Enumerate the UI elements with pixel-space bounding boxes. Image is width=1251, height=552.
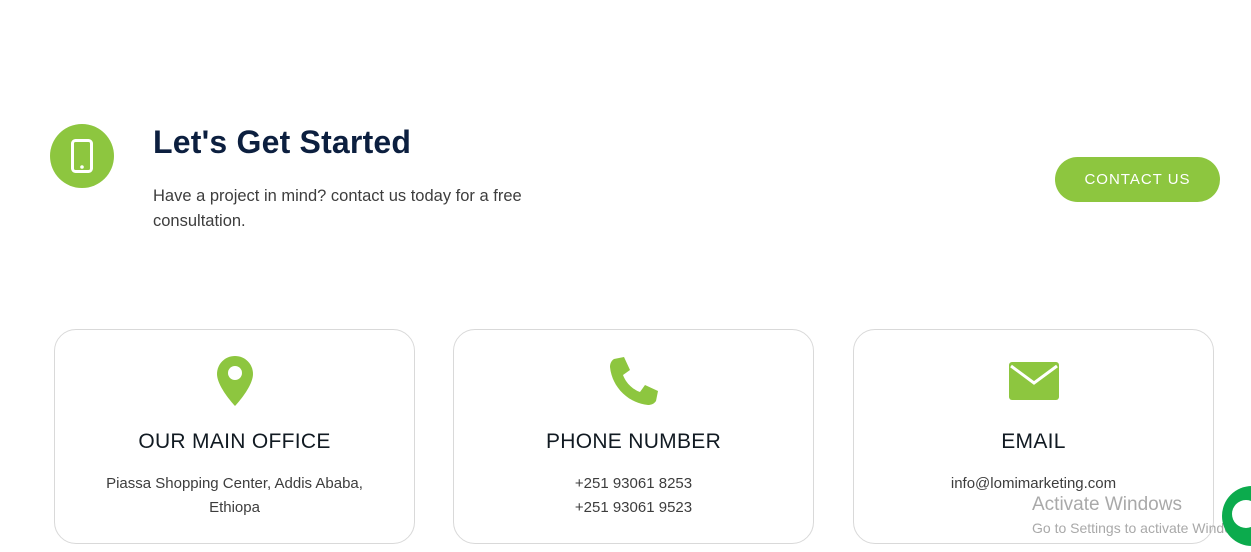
mobile-phone-icon: [50, 124, 114, 188]
office-title: OUR MAIN OFFICE: [138, 430, 331, 453]
office-address-line: Piassa Shopping Center, Addis Ababa, Eth…: [106, 475, 363, 516]
email-title: EMAIL: [1001, 430, 1066, 453]
phone-card: PHONE NUMBER +251 93061 8253 +251 93061 …: [453, 329, 814, 544]
office-address: Piassa Shopping Center, Addis Ababa, Eth…: [79, 472, 390, 520]
watermark-title: Activate Windows: [1032, 494, 1182, 515]
envelope-icon: [854, 354, 1213, 408]
contact-us-button[interactable]: CONTACT US: [1055, 157, 1220, 202]
watermark-subtitle: Go to Settings to activate Windows.: [1032, 520, 1251, 536]
office-card: OUR MAIN OFFICE Piassa Shopping Center, …: [54, 329, 415, 544]
phone-number-line[interactable]: +251 93061 9523: [478, 496, 789, 520]
cta-title: Let's Get Started: [153, 124, 412, 160]
location-pin-icon: [55, 354, 414, 408]
phone-numbers: +251 93061 8253 +251 93061 9523: [478, 472, 789, 520]
activate-windows-watermark: Activate Windows Go to Settings to activ…: [1032, 493, 1251, 537]
phone-number-line[interactable]: +251 93061 8253: [478, 472, 789, 496]
phone-title: PHONE NUMBER: [545, 430, 722, 453]
cta-text: Have a project in mind? contact us today…: [153, 187, 522, 230]
phone-icon: [454, 354, 813, 408]
